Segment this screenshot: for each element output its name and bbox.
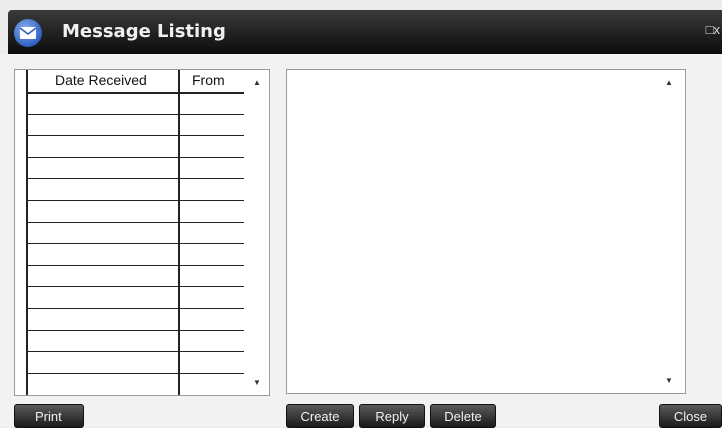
- header-divider: [26, 92, 244, 94]
- column-header-from[interactable]: From: [192, 72, 225, 88]
- content-area: Date Received From ▲ ▼ ▲ ▼ Print Create …: [0, 54, 722, 428]
- table-row[interactable]: [26, 156, 244, 158]
- column-header-date-received[interactable]: Date Received: [55, 72, 147, 88]
- table-row[interactable]: [26, 264, 244, 266]
- scroll-down-icon[interactable]: ▼: [665, 376, 673, 385]
- create-button[interactable]: Create: [286, 404, 354, 428]
- delete-button[interactable]: Delete: [430, 404, 496, 428]
- window-titlebar: Message Listing □x: [8, 10, 722, 54]
- table-row[interactable]: [26, 329, 244, 331]
- row-selector-column[interactable]: [15, 70, 28, 395]
- message-detail-pane[interactable]: ▲ ▼: [286, 69, 686, 394]
- message-list[interactable]: Date Received From ▲ ▼: [14, 69, 270, 396]
- table-row[interactable]: [26, 372, 244, 374]
- table-row[interactable]: [26, 308, 244, 309]
- column-separator: [178, 70, 180, 395]
- window-title: Message Listing: [62, 21, 226, 42]
- table-row[interactable]: [26, 178, 244, 180]
- table-row[interactable]: [26, 351, 244, 353]
- envelope-icon: [14, 19, 42, 47]
- close-button[interactable]: Close: [659, 404, 722, 428]
- window-controls[interactable]: □x: [706, 22, 720, 37]
- detail-scrollbar[interactable]: ▲ ▼: [659, 70, 685, 393]
- scroll-up-icon[interactable]: ▲: [665, 78, 673, 87]
- table-row[interactable]: [26, 221, 244, 223]
- table-row[interactable]: [26, 135, 244, 137]
- reply-button[interactable]: Reply: [359, 404, 425, 428]
- scroll-down-icon[interactable]: ▼: [253, 378, 261, 387]
- table-row[interactable]: [26, 286, 244, 288]
- list-scrollbar[interactable]: ▲ ▼: [247, 70, 269, 395]
- table-row[interactable]: [26, 243, 244, 245]
- table-row[interactable]: [26, 200, 244, 201]
- print-button[interactable]: Print: [14, 404, 84, 428]
- table-row[interactable]: [26, 113, 244, 115]
- scroll-up-icon[interactable]: ▲: [253, 78, 261, 87]
